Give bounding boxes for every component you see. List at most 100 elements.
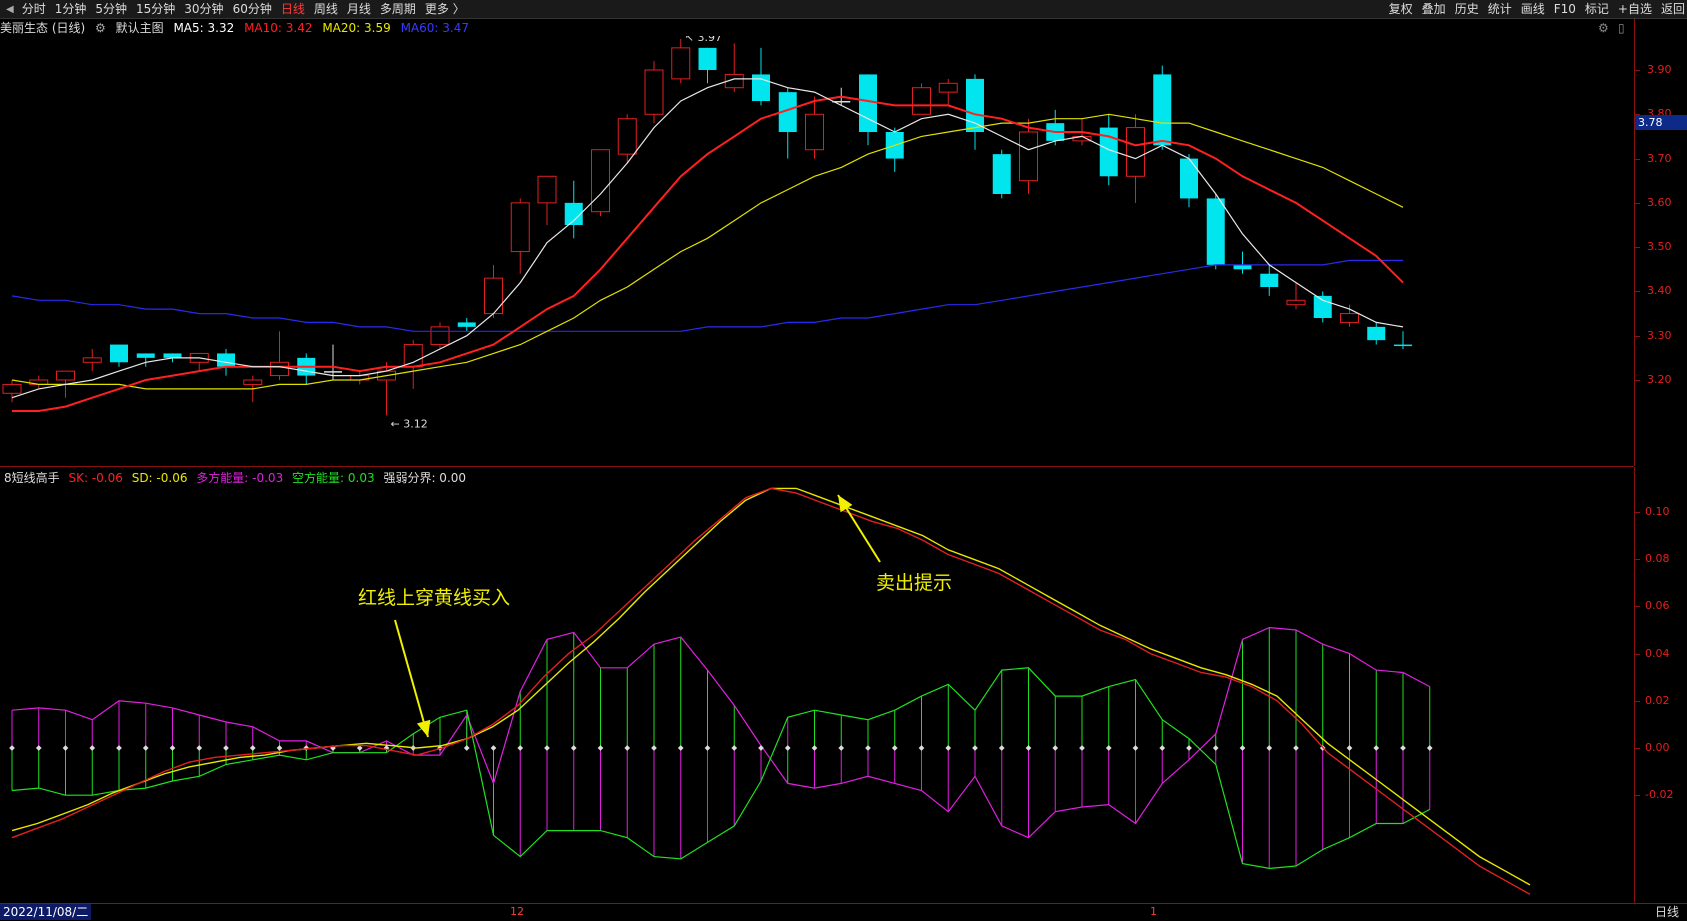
- zero-marker: [677, 745, 684, 751]
- price-axis: 3.90 3.80 3.70 3.60 3.50 3.40 3.30 3.20 3.78: [1634, 19, 1687, 466]
- price-tick: 3.40: [1647, 284, 1672, 298]
- zero-marker: [811, 745, 818, 751]
- zero-marker: [223, 745, 229, 751]
- price-tick: 3.70: [1647, 151, 1672, 165]
- indicator-name[interactable]: 8短线高手: [4, 471, 60, 485]
- zero-marker: [1105, 745, 1112, 751]
- candle-body: [2, 383, 22, 394]
- low-price-label: ← 3.12: [391, 417, 428, 430]
- zero-marker: [1079, 745, 1085, 751]
- toolbar-button-6[interactable]: 标记: [1585, 0, 1609, 18]
- candle-body: [82, 357, 102, 363]
- tab-5[interactable]: 60分钟: [233, 0, 272, 18]
- buy-arrow-head: [416, 719, 431, 737]
- zero-marker: [972, 745, 978, 751]
- ma10-label: MA10: 3.42: [244, 21, 313, 35]
- candle-body: [1153, 74, 1172, 146]
- candle-body: [484, 277, 503, 315]
- layout-label[interactable]: 默认主图: [116, 21, 164, 35]
- sk-label: SK: -0.06: [68, 471, 123, 485]
- candle-body: [324, 371, 342, 373]
- indicator-tick: -0.02: [1645, 788, 1674, 802]
- indicator-tick-mark: [1635, 512, 1640, 513]
- kong-label: 空方能量: 0.03: [292, 471, 375, 485]
- zero-marker: [249, 745, 256, 751]
- indicator-tick: 0.10: [1645, 505, 1670, 518]
- settings-icon[interactable]: ⚙: [1598, 21, 1609, 35]
- candle-body: [644, 69, 664, 115]
- window-icon[interactable]: ▯: [1618, 21, 1625, 35]
- toolbar-button-4[interactable]: 画线: [1521, 0, 1545, 18]
- zero-marker: [838, 745, 845, 751]
- toolbar-button-7[interactable]: +自选: [1618, 0, 1652, 18]
- zero-marker: [9, 745, 15, 751]
- sell-annotation: 卖出提示: [876, 572, 952, 594]
- candle-body: [912, 87, 931, 115]
- candle-body: [270, 361, 289, 377]
- candle-body: [136, 353, 155, 358]
- candle-body: [1180, 158, 1198, 199]
- price-tick-mark: [1635, 335, 1640, 337]
- candle-body: [938, 82, 958, 93]
- zero-marker: [1426, 745, 1433, 751]
- candle-body: [1367, 326, 1386, 341]
- tab-1[interactable]: 1分钟: [55, 0, 87, 18]
- indicator-tick: 0.06: [1645, 599, 1670, 613]
- tab-10[interactable]: 更多 〉: [425, 0, 465, 18]
- gear-icon[interactable]: ⚙: [95, 21, 106, 35]
- buy-annotation: 红线上穿黄线买入: [358, 587, 510, 609]
- candle-body: [243, 379, 263, 385]
- candle-body: [457, 322, 476, 327]
- tab-3[interactable]: 15分钟: [136, 0, 175, 18]
- indicator-chart[interactable]: 红线上穿黄线买入 卖出提示: [0, 486, 1634, 903]
- tab-9[interactable]: 多周期: [380, 0, 416, 18]
- chevron-left-icon[interactable]: ◀: [6, 4, 14, 15]
- indicator-tick-mark: [1635, 748, 1640, 749]
- candlestick-chart[interactable]: ↖ 3.97 ← 3.12: [0, 36, 1634, 466]
- tab-6[interactable]: 日线: [281, 0, 305, 18]
- candle-body: [56, 370, 75, 381]
- period-tabs: ◀ 分时 1分钟 5分钟 15分钟 30分钟 60分钟 日线 周线 月线 多周期 更多 〉: [6, 0, 474, 18]
- tab-2[interactable]: 5分钟: [95, 0, 127, 18]
- toolbar-button-1[interactable]: 叠加: [1422, 0, 1446, 18]
- high-price-label: ↖ 3.97: [685, 36, 722, 44]
- tab-7[interactable]: 周线: [314, 0, 338, 18]
- candle-body: [430, 326, 450, 346]
- candle-body: [510, 202, 530, 253]
- period-toolbar: ◀ 分时 1分钟 5分钟 15分钟 30分钟 60分钟 日线 周线 月线 多周期 更多 〉 复权 叠加…: [0, 0, 1687, 19]
- zero-marker: [517, 745, 524, 751]
- zero-marker: [758, 745, 764, 751]
- candle-body: [1233, 264, 1252, 270]
- tab-8[interactable]: 月线: [347, 0, 371, 18]
- ma60-label: MA60: 3.47: [400, 21, 469, 35]
- kong-envelope: [11, 667, 1431, 870]
- toolbar-button-8[interactable]: 返回: [1661, 0, 1685, 18]
- indicator-tick: 0.08: [1645, 552, 1670, 566]
- main-info-bar: 美丽生态 (日线) ⚙ 默认主图 MA5: 3.32 MA10: 3.42 MA…: [0, 19, 1400, 36]
- price-tick-mark: [1635, 158, 1640, 160]
- toolbar-button-2[interactable]: 历史: [1455, 0, 1479, 18]
- zero-marker: [490, 745, 497, 751]
- panel-divider: [0, 466, 1634, 467]
- indicator-tick-mark: [1635, 700, 1640, 702]
- zero-marker: [918, 745, 925, 751]
- indicator-info-bar: 8短线高手 SK: -0.06 SD: -0.06 多方能量: -0.03 空方…: [4, 469, 471, 485]
- toolbar-button-0[interactable]: 复权: [1389, 0, 1413, 18]
- indicator-tick-mark: [1635, 795, 1640, 797]
- toolbar-button-3[interactable]: 统计: [1488, 0, 1512, 18]
- zero-marker: [1186, 745, 1192, 751]
- ma60-line: [11, 259, 1403, 332]
- candle-body: [1019, 131, 1038, 182]
- price-tick: 3.60: [1647, 195, 1672, 209]
- candle-body: [859, 74, 877, 132]
- candle-body: [698, 47, 717, 70]
- tab-0[interactable]: 分时: [22, 0, 46, 18]
- candle-body: [1126, 127, 1145, 177]
- toolbar-button-5[interactable]: F10: [1554, 0, 1576, 18]
- candle-body: [110, 344, 128, 363]
- sd-line: [11, 487, 1531, 886]
- tab-4[interactable]: 30分钟: [184, 0, 223, 18]
- candle-body: [1340, 313, 1359, 323]
- stock-title[interactable]: 美丽生态 (日线): [0, 21, 85, 35]
- zero-marker: [544, 745, 550, 751]
